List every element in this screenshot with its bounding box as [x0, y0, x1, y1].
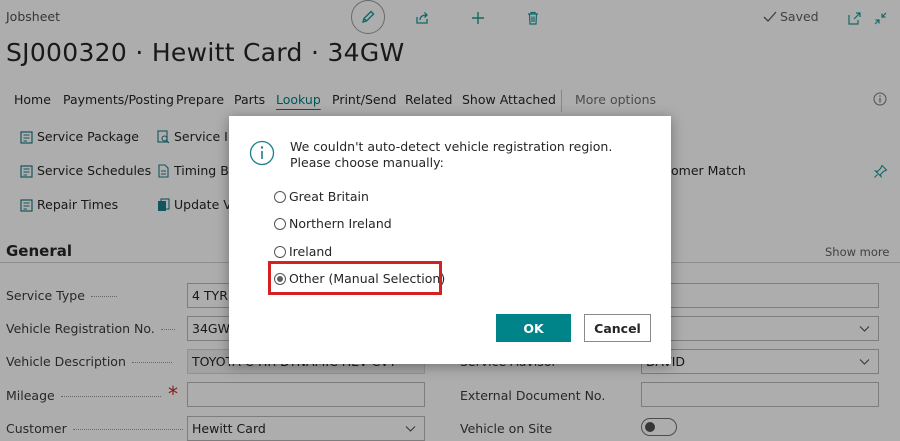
- dialog-message: We couldn't auto-detect vehicle registra…: [290, 139, 613, 170]
- option-great-britain-label: Great Britain: [289, 189, 369, 204]
- option-great-britain[interactable]: Great Britain: [274, 189, 369, 204]
- option-northern-ireland[interactable]: Northern Ireland: [274, 216, 392, 231]
- option-northern-ireland-label: Northern Ireland: [289, 216, 392, 231]
- cancel-button[interactable]: Cancel: [584, 314, 651, 342]
- radio-ireland[interactable]: [274, 245, 286, 258]
- ok-button[interactable]: OK: [496, 314, 571, 342]
- radio-northern-ireland[interactable]: [274, 217, 286, 230]
- radio-great-britain[interactable]: [274, 190, 286, 203]
- info-icon: [249, 140, 275, 166]
- option-ireland[interactable]: Ireland: [274, 244, 332, 259]
- option-ireland-label: Ireland: [289, 244, 333, 259]
- region-dialog: We couldn't auto-detect vehicle registra…: [229, 116, 671, 364]
- selection-highlight-box: [268, 261, 442, 295]
